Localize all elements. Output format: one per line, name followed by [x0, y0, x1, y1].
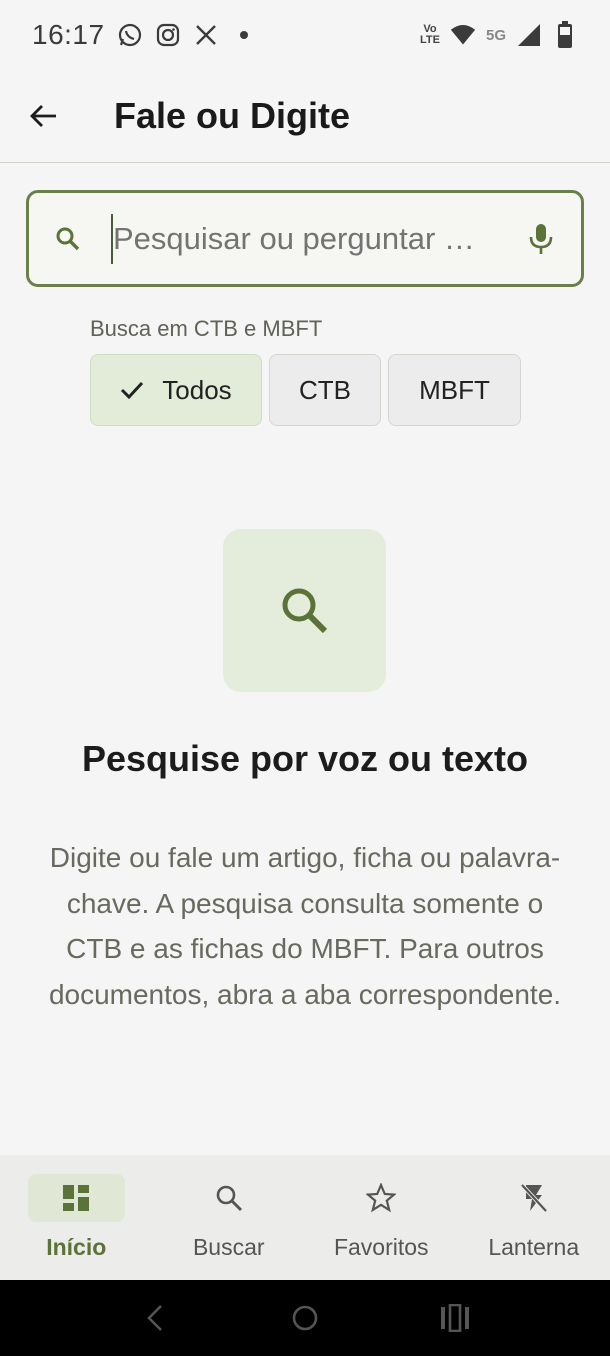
status-bar: 16:17 Vo LTE 5G — [0, 0, 610, 70]
page-title: Fale ou Digite — [114, 95, 351, 136]
volte-indicator: Vo LTE — [420, 24, 440, 46]
system-navigation-bar — [0, 1280, 610, 1356]
network-type: 5G — [485, 26, 506, 44]
nav-indicator — [333, 1174, 430, 1222]
nav-label: Favoritos — [333, 1234, 429, 1260]
nav-indicator — [485, 1174, 582, 1222]
empty-state-title: Pesquise por voz ou texto — [81, 738, 529, 779]
nav-item-lanterna[interactable]: Lanterna — [458, 1155, 610, 1280]
system-home-button[interactable] — [285, 1298, 325, 1338]
chip-todos[interactable]: Todos — [90, 354, 262, 426]
dot-icon — [231, 22, 257, 48]
recents-icon — [441, 1304, 469, 1332]
nav-item-inicio[interactable]: Início — [0, 1155, 153, 1280]
volte-line2: LTE — [420, 34, 440, 46]
status-time: 16:17 — [32, 19, 105, 50]
system-back-button[interactable] — [135, 1298, 175, 1338]
search-icon — [55, 226, 85, 252]
search-field[interactable] — [26, 190, 584, 287]
bottom-navigation: Início Buscar Favoritos Lanterna — [0, 1155, 610, 1280]
check-icon — [120, 380, 144, 400]
nav-label: Buscar — [192, 1234, 265, 1260]
status-right: Vo LTE 5G — [420, 21, 578, 48]
wifi-icon — [450, 22, 476, 48]
nav-label: Lanterna — [488, 1234, 580, 1260]
whatsapp-icon — [117, 22, 143, 48]
chip-label: CTB — [299, 374, 351, 405]
chip-mbft[interactable]: MBFT — [388, 354, 521, 426]
empty-state-description: Digite ou fale um artigo, ficha ou palav… — [48, 842, 562, 1010]
chip-label: Todos — [162, 374, 232, 405]
arrow-left-icon — [30, 105, 56, 127]
microphone-icon — [529, 223, 553, 254]
search-input[interactable] — [111, 213, 501, 264]
empty-state-illustration — [223, 529, 386, 692]
signal-icon — [516, 22, 542, 48]
nav-item-buscar[interactable]: Buscar — [153, 1155, 306, 1280]
nav-indicator — [180, 1174, 277, 1222]
chevron-left-icon — [147, 1305, 162, 1331]
back-button[interactable] — [14, 86, 74, 146]
x-icon — [193, 22, 219, 48]
dashboard-icon — [63, 1185, 90, 1211]
flash-off-icon — [520, 1183, 548, 1213]
search-icon — [282, 588, 327, 633]
nav-item-favoritos[interactable]: Favoritos — [305, 1155, 458, 1280]
filter-chips: Todos CTB MBFT — [90, 354, 521, 426]
app-bar: Fale ou Digite — [0, 70, 610, 163]
microphone-button[interactable] — [521, 214, 561, 264]
instagram-icon — [155, 22, 181, 48]
chip-label: MBFT — [419, 374, 490, 405]
nav-indicator — [27, 1174, 125, 1222]
star-icon — [366, 1183, 397, 1213]
search-icon — [216, 1185, 242, 1212]
nav-label: Início — [46, 1234, 107, 1260]
home-circle-icon — [292, 1305, 318, 1331]
system-recents-button[interactable] — [435, 1298, 475, 1338]
battery-icon — [552, 21, 578, 48]
status-left: 16:17 — [32, 19, 257, 51]
filter-label: Busca em CTB e MBFT — [90, 316, 323, 341]
chip-ctb[interactable]: CTB — [269, 354, 381, 426]
